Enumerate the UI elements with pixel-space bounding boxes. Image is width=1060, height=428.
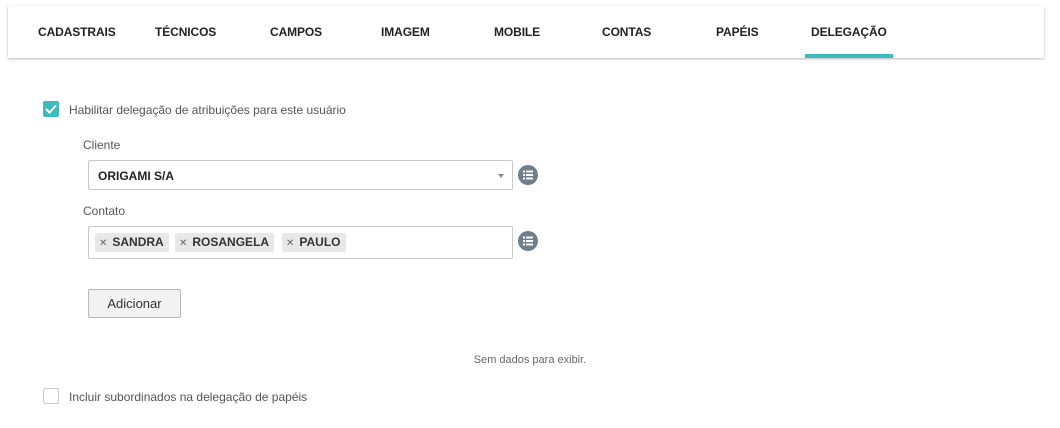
close-icon[interactable]: ✕: [179, 234, 187, 253]
list-icon: [523, 236, 533, 246]
contact-tag: ✕ ROSANGELA: [175, 233, 275, 253]
tab-mobile[interactable]: MOBILE: [494, 6, 540, 58]
list-icon: [523, 170, 533, 180]
close-icon[interactable]: ✕: [99, 234, 107, 253]
client-select[interactable]: ORIGAMI S/A: [88, 160, 513, 190]
client-select-value: ORIGAMI S/A: [98, 169, 175, 183]
client-list-button[interactable]: [518, 165, 538, 185]
tab-delegacao[interactable]: DELEGAÇÃO: [805, 6, 893, 58]
check-icon: [45, 104, 57, 114]
enable-delegation-label: Habilitar delegação de atribuições para …: [69, 103, 346, 117]
contact-tag: ✕ SANDRA: [95, 233, 169, 252]
contact-tag-label: SANDRA: [112, 235, 164, 249]
contact-label: Contato: [83, 204, 126, 218]
tab-papeis[interactable]: PAPÉIS: [716, 6, 759, 58]
include-subordinates-label: Incluir subordinados na delegação de pap…: [69, 390, 308, 404]
include-subordinates-checkbox[interactable]: [43, 388, 59, 404]
contact-tag: ✕ PAULO: [282, 233, 346, 252]
client-label: Cliente: [83, 138, 121, 152]
tab-bar: CADASTRAIS TÉCNICOS CAMPOS IMAGEM MOBILE…: [8, 6, 1044, 58]
enable-delegation-checkbox[interactable]: [43, 101, 59, 117]
contact-list-button[interactable]: [518, 231, 538, 251]
contact-tag-label: PAULO: [299, 235, 341, 249]
tab-contas[interactable]: CONTAS: [602, 6, 651, 58]
close-icon[interactable]: ✕: [286, 234, 294, 253]
empty-table-message: Sem dados para exibir.: [473, 354, 587, 366]
chevron-down-icon: [498, 174, 504, 178]
tab-cadastrais[interactable]: CADASTRAIS: [38, 6, 116, 58]
tab-tecnicos[interactable]: TÉCNICOS: [155, 6, 216, 58]
tab-campos[interactable]: CAMPOS: [270, 6, 322, 58]
contact-tag-label: ROSANGELA: [192, 235, 270, 249]
tab-imagem[interactable]: IMAGEM: [381, 6, 430, 58]
add-button[interactable]: Adicionar: [88, 289, 181, 318]
contact-tag-input[interactable]: ✕ SANDRA ✕ ROSANGELA ✕ PAULO: [88, 226, 513, 259]
